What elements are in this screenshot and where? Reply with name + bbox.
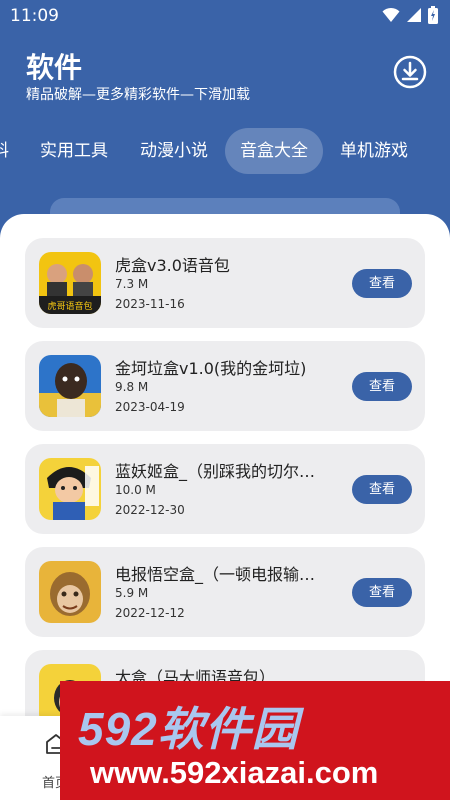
app-thumbnail: [39, 561, 101, 623]
tab-tools[interactable]: 实用工具: [40, 128, 108, 174]
app-date: 2022-12-12: [115, 606, 185, 620]
app-name: 电报悟空盒_（一顿电报输…: [115, 565, 316, 584]
view-button[interactable]: 查看: [352, 269, 412, 298]
app-name: 虎盒v3.0语音包: [115, 256, 230, 275]
watermark-url: www.592xiazai.com: [90, 755, 379, 790]
app-thumbnail: [39, 355, 101, 417]
view-button[interactable]: 查看: [352, 578, 412, 607]
view-button[interactable]: 查看: [352, 372, 412, 401]
watermark: 592软件园 www.592xiazai.com: [60, 681, 450, 800]
tab-soundbox[interactable]: 音盒大全: [225, 128, 323, 174]
app-name: 蓝妖姬盒_（别踩我的切尔…: [115, 462, 316, 481]
app-date: 2023-11-16: [115, 297, 185, 311]
tab-anime-novels[interactable]: 动漫小说: [140, 128, 208, 174]
battery-icon: [428, 6, 438, 24]
page-title: 软件: [26, 51, 83, 84]
thumb-caption: 虎哥语音包: [47, 300, 92, 312]
header: 软件 精品破解—更多精彩软件—下滑加载: [0, 32, 450, 122]
view-button[interactable]: 查看: [352, 475, 412, 504]
app-date: 2023-04-19: [115, 400, 185, 414]
status-icons: [382, 6, 438, 24]
app-thumbnail: 虎哥语音包: [39, 252, 101, 314]
status-time: 11:09: [10, 6, 59, 26]
app-thumbnail: [39, 458, 101, 520]
list-item[interactable]: 蓝妖姬盒_（别踩我的切尔… 10.0 M 2022-12-30 查看: [25, 444, 425, 534]
download-icon[interactable]: [392, 54, 428, 90]
app-size: 9.8 M: [115, 380, 149, 394]
signal-icon: [407, 8, 421, 22]
app-name: 金坷垃盒v1.0(我的金坷垃): [115, 359, 307, 378]
tab-offline-games[interactable]: 单机游戏: [340, 128, 408, 174]
app-date: 2022-12-30: [115, 503, 185, 517]
category-tabs: 料 实用工具 动漫小说 音盒大全 单机游戏: [0, 128, 450, 174]
list-item[interactable]: 电报悟空盒_（一顿电报输… 5.9 M 2022-12-12 查看: [25, 547, 425, 637]
app-size: 7.3 M: [115, 277, 149, 291]
watermark-logo: 592软件园: [78, 703, 299, 755]
status-bar: 11:09: [0, 0, 450, 32]
app-size: 10.0 M: [115, 483, 156, 497]
list-item[interactable]: 金坷垃盒v1.0(我的金坷垃) 9.8 M 2023-04-19 查看: [25, 341, 425, 431]
page-subtitle: 精品破解—更多精彩软件—下滑加载: [26, 87, 250, 103]
tab-partial[interactable]: 料: [0, 128, 9, 174]
wifi-icon: [382, 7, 400, 22]
app-size: 5.9 M: [115, 586, 149, 600]
list-item[interactable]: 虎哥语音包 虎盒v3.0语音包 7.3 M 2023-11-16 查看: [25, 238, 425, 328]
